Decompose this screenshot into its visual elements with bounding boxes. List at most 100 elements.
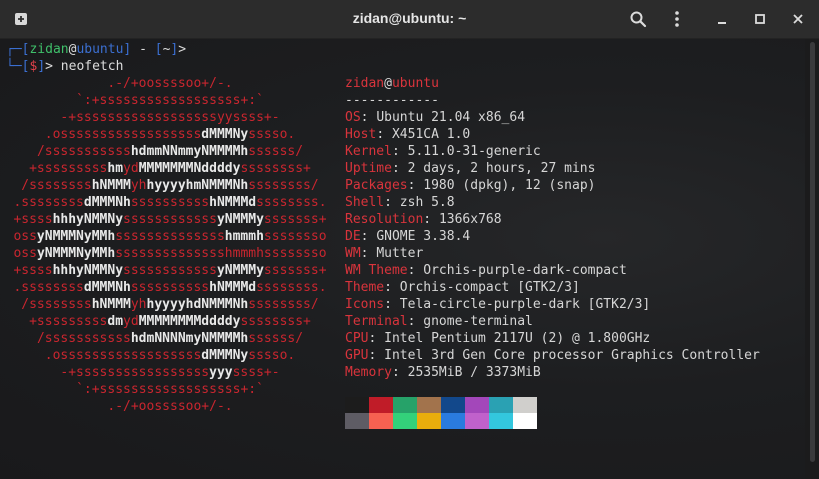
ascii-segment: hyyyyhmNMMMNh [146,178,249,193]
ascii-segment: /ssssssss [21,178,92,193]
ascii-segment: hNMMM [91,178,131,193]
ascii-segment: +sssssssss [29,161,108,176]
ascii-segment: hdmNNNNmyNMMMMh [130,331,249,346]
info-row: Resolution: 1366x768 [345,212,502,227]
terminal-window: zidan@ubuntu: ~ ┌─[zidan@ubuntu] - [~]> … [0,0,819,479]
ascii-segment: yd [123,314,139,329]
ascii-segment: MMMMMMMMddddy [138,314,241,329]
scrollbar-thumb[interactable] [810,42,815,462]
info-value: GNOME 3.38.4 [376,229,471,244]
info-key: Uptime [345,161,392,176]
ascii-segment: `:+ssssssssssssssssss+:` [76,93,264,108]
info-row: CPU: Intel Pentium 2117U (2) @ 1.800GHz [345,331,651,346]
ascii-segment: hNMMM [91,297,131,312]
maximize-icon [755,14,765,24]
ascii-segment: ssssss/ [248,144,304,159]
info-at: @ [384,76,392,91]
palette-swatch [369,397,393,413]
ascii-line: +sssshhhyNMMNyssssssssssssyNMMMysssssss+ [0,262,340,279]
menu-button[interactable] [665,7,689,31]
info-row: GPU: Intel 3rd Gen Core processor Graphi… [345,348,760,363]
ascii-segment: oss [13,229,37,244]
ascii-segment: dMMMNh [83,195,131,210]
ascii-segment: .ossssssssssssssssss [44,127,202,142]
ascii-segment: MMMMMMMNddddy [138,161,241,176]
info-key: Host [345,127,377,142]
palette-swatch [465,397,489,413]
palette-swatch [417,397,441,413]
close-button[interactable] [786,7,810,31]
ascii-segment: ssssssssssss [123,212,217,227]
info-row: Icons: Tela-circle-purple-dark [GTK2/3] [345,297,651,312]
prompt-line-2: └─[$]> neofetch [6,59,124,74]
ubuntu-ascii-logo: .-/+oossssoo+/-. `:+ssssssssssssssssss+:`… [0,75,340,415]
ascii-line: +ssssssssshmydMMMMMMMNddddyssssssss+ [0,160,340,177]
ascii-segment: yh [130,178,147,193]
close-icon [793,14,803,24]
ascii-segment: hyyyyhdNMMMNh [146,297,249,312]
info-value: 1980 (dpkg), 12 (snap) [423,178,596,193]
palette-swatch [465,413,489,429]
ascii-line: .ossssssssssssssssssdMMMNysssso. [0,126,340,143]
ascii-segment: /sssssssssss [36,144,131,159]
ascii-line: +sssshhhyNMMNyssssssssssssyNMMMysssssss+ [0,211,340,228]
ascii-line: ossyNMMMNyMMhsssssssssssssshmmmhssssssso [0,228,340,245]
title-bar[interactable]: zidan@ubuntu: ~ [0,0,819,39]
info-value: zsh 5.8 [399,195,455,210]
info-key: Shell [345,195,385,210]
search-button[interactable] [626,7,650,31]
minimize-button[interactable] [710,7,734,31]
ascii-segment: ssssssssss [130,195,210,210]
info-key: Kernel [345,144,392,159]
info-value: Tela-circle-purple-dark [GTK2/3] [399,297,651,312]
terminal-output[interactable]: ┌─[zidan@ubuntu] - [~]> └─[$]> neofetch … [0,39,805,479]
prompt-user: zidan [29,42,69,57]
ascii-segment: +ssss [13,212,53,227]
ascii-line: `:+ssssssssssssssssss+:` [0,92,340,109]
ascii-segment: dm [107,314,124,329]
ascii-segment: yh [130,297,147,312]
info-value: Ubuntu 21.04 x86_64 [376,110,526,125]
ascii-segment: yd [123,161,139,176]
ascii-segment: hhhyNMMNy [52,263,124,278]
ascii-segment: hm [107,161,124,176]
ascii-segment: .-/+oossssoo+/-. [107,76,233,91]
ascii-line: `:+ssssssssssssssssss+:` [0,381,340,398]
ascii-segment: .ssssssss [13,195,84,210]
minimize-icon [718,22,726,24]
ascii-segment: ssssssso [263,229,327,244]
info-key: Icons [345,297,385,312]
ascii-line: +sssssssssdmydMMMMMMMMddddyssssssss+ [0,313,340,330]
ascii-line: ossyNMMMNyMMhsssssssssssssshmmmhssssssso [0,245,340,262]
ascii-segment: yNMMMNyMMh [36,229,116,244]
info-row: Theme: Orchis-compact [GTK2/3] [345,280,580,295]
ascii-segment: sssssssssssssshmmmhssssssso [115,246,327,261]
info-value: 5.11.0-31-generic [407,144,541,159]
info-key: Resolution [345,212,424,227]
palette-swatch [513,413,537,429]
info-key: WM Theme [345,263,408,278]
ascii-segment: hmmmh [224,229,264,244]
info-host: ubuntu [391,76,439,91]
ascii-segment: ssssssss/ [248,178,319,193]
search-icon [630,11,647,28]
ascii-segment: ssssssssss [130,280,210,295]
info-key: OS [345,110,361,125]
info-row: Shell: zsh 5.8 [345,195,455,210]
ascii-line: -+ssssssssssssssssssyyssss+- [0,109,340,126]
ascii-segment: +ssss [13,263,53,278]
maximize-button[interactable] [748,7,772,31]
info-row: Host: X451CA 1.0 [345,127,471,142]
ascii-segment: sssssss+ [263,212,327,227]
info-value: Orchis-purple-dark-compact [423,263,627,278]
color-palette [345,397,537,429]
ascii-segment: +sssssssss [29,314,108,329]
ascii-line: /sssssssshNMMMyhhyyyyhdNMMMNhssssssss/ [0,296,340,313]
prompt-line-1: ┌─[zidan@ubuntu] - [~]> [6,42,187,57]
ascii-segment: ssss+- [232,365,280,380]
info-value: gnome-terminal [423,314,533,329]
ascii-segment: ssssssssssss [123,263,217,278]
ascii-line: .-/+oossssoo+/-. [0,75,340,92]
info-value: 2 days, 2 hours, 27 mins [407,161,596,176]
palette-swatch [369,413,393,429]
